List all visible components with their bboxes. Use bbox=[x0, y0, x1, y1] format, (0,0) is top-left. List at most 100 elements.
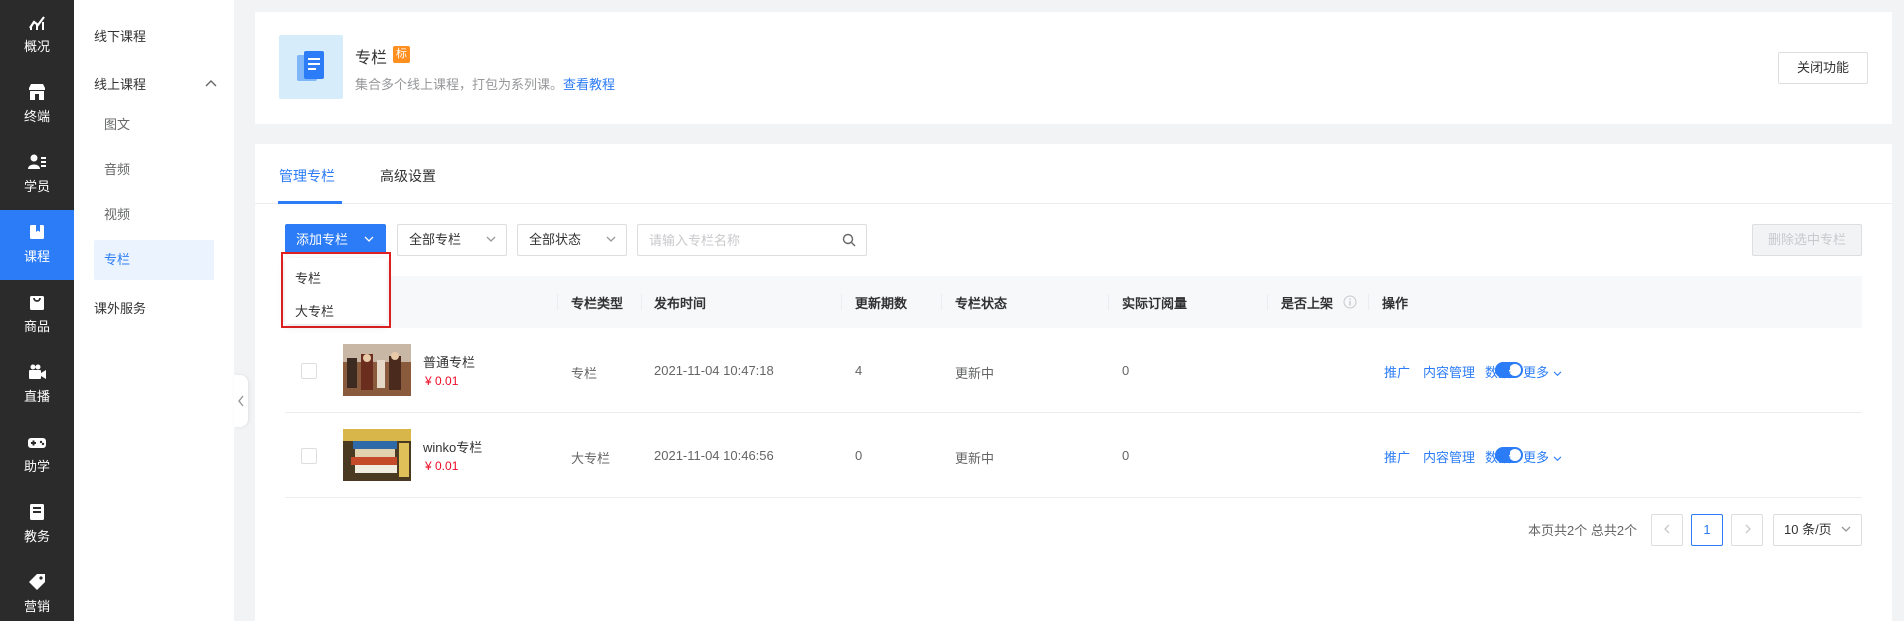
subnav-extra-services[interactable]: 课外服务 bbox=[94, 298, 146, 317]
chevron-left-icon bbox=[1663, 524, 1669, 534]
subscription-count: 0 bbox=[1122, 448, 1130, 463]
dropdown-menu: 专栏 大专栏 bbox=[285, 258, 387, 324]
feature-header-card: 专栏 标 集合多个线上课程，打包为系列课。查看教程 关闭功能 bbox=[255, 12, 1892, 124]
nav-label: 课程 bbox=[23, 249, 50, 264]
promote-link[interactable]: 推广 bbox=[1384, 447, 1410, 466]
table-row: winko专栏 ¥ 0.01 大专栏 2021-11-04 10:46:56 0… bbox=[285, 413, 1862, 498]
column-divider bbox=[941, 294, 942, 310]
nav-item-live[interactable]: 直播 bbox=[0, 350, 74, 420]
column-cover-image bbox=[343, 344, 411, 396]
nav-label: 概况 bbox=[23, 39, 50, 54]
subnav-item-video[interactable]: 视频 bbox=[94, 195, 214, 235]
nav-label: 直播 bbox=[23, 389, 50, 404]
nav-label: 教务 bbox=[23, 529, 50, 544]
more-menu[interactable]: 更多 bbox=[1523, 447, 1562, 466]
nav-label: 学员 bbox=[23, 179, 50, 194]
tab-manage-columns[interactable]: 管理专栏 bbox=[279, 166, 335, 186]
nav-item-marketing[interactable]: 营销 bbox=[0, 560, 74, 621]
standard-badge: 标 bbox=[393, 46, 410, 63]
users-icon bbox=[28, 154, 46, 169]
more-menu[interactable]: 更多 bbox=[1523, 362, 1562, 381]
add-column-dropdown: 专栏 大专栏 bbox=[281, 252, 391, 328]
chevron-down-icon bbox=[606, 236, 616, 242]
search-input[interactable] bbox=[638, 225, 828, 255]
search-icon[interactable] bbox=[842, 233, 856, 247]
th-status: 专栏状态 bbox=[955, 296, 1008, 311]
table-header: 称 专栏类型 发布时间 更新期数 专栏状态 实际订阅量 是否上架 操作 bbox=[285, 276, 1862, 328]
column-divider bbox=[557, 294, 558, 310]
dropdown-item-big-column[interactable]: 大专栏 bbox=[295, 301, 334, 320]
subnav-item-column[interactable]: 专栏 bbox=[94, 240, 214, 280]
chevron-right-icon bbox=[1745, 524, 1751, 534]
nav-item-overview[interactable]: 概况 bbox=[0, 0, 74, 70]
pagination-summary: 本页共2个 总共2个 bbox=[1528, 523, 1638, 538]
tag-icon bbox=[29, 574, 45, 590]
tab-bar: 管理专栏 高级设置 bbox=[255, 144, 1892, 204]
filter-all-status-value: 全部状态 bbox=[529, 232, 582, 247]
collapse-sidebar-button[interactable] bbox=[234, 375, 248, 427]
notebook-icon bbox=[30, 504, 44, 520]
chevron-up-icon[interactable] bbox=[204, 78, 218, 88]
filter-all-status-select[interactable]: 全部状态 bbox=[517, 224, 627, 256]
th-update-count: 更新期数 bbox=[855, 296, 908, 311]
update-count: 0 bbox=[855, 448, 863, 463]
subnav-item-article[interactable]: 图文 bbox=[94, 105, 214, 145]
th-type: 专栏类型 bbox=[571, 296, 624, 311]
nav-item-goods[interactable]: 商品 bbox=[0, 280, 74, 350]
column-name[interactable]: winko专栏 bbox=[423, 437, 482, 456]
page-size-select[interactable]: 10 条/页 bbox=[1773, 514, 1862, 546]
filter-all-columns-select[interactable]: 全部专栏 bbox=[397, 224, 507, 256]
bag-icon bbox=[30, 296, 44, 310]
column-divider bbox=[641, 294, 642, 310]
data-link[interactable]: 数据 bbox=[1485, 447, 1511, 466]
data-link[interactable]: 数据 bbox=[1485, 362, 1511, 381]
column-price: ¥ 0.01 bbox=[425, 374, 459, 388]
nav-item-courses[interactable]: 课程 bbox=[0, 210, 74, 280]
nav-item-study-aid[interactable]: 助学 bbox=[0, 420, 74, 490]
column-price: ¥ 0.01 bbox=[425, 459, 459, 473]
close-feature-button[interactable]: 关闭功能 bbox=[1778, 52, 1868, 84]
nav-item-students[interactable]: 学员 bbox=[0, 140, 74, 210]
chevron-down-icon bbox=[1841, 526, 1851, 532]
chevron-down-icon bbox=[486, 236, 496, 242]
nav-item-academic[interactable]: 教务 bbox=[0, 490, 74, 560]
promote-link[interactable]: 推广 bbox=[1384, 362, 1410, 381]
column-divider bbox=[841, 294, 842, 310]
column-type: 大专栏 bbox=[571, 451, 611, 466]
row-checkbox[interactable] bbox=[301, 363, 317, 379]
publish-time: 2021-11-04 10:47:18 bbox=[654, 363, 774, 378]
subnav-online-courses[interactable]: 线上课程 bbox=[94, 74, 146, 93]
page-description: 集合多个线上课程，打包为系列课。查看教程 bbox=[355, 74, 615, 93]
subscription-count: 0 bbox=[1122, 363, 1130, 378]
store-icon bbox=[29, 84, 45, 100]
dropdown-item-column[interactable]: 专栏 bbox=[295, 268, 321, 287]
more-label: 更多 bbox=[1523, 450, 1550, 465]
subnav-offline-courses[interactable]: 线下课程 bbox=[94, 26, 146, 45]
delete-selected-button[interactable]: 删除选中专栏 bbox=[1752, 224, 1862, 256]
filter-all-columns-value: 全部专栏 bbox=[409, 232, 462, 247]
content-management-link[interactable]: 内容管理 bbox=[1423, 447, 1475, 466]
prev-page-button[interactable] bbox=[1651, 514, 1683, 546]
column-status: 更新中 bbox=[955, 451, 995, 466]
view-tutorial-link[interactable]: 查看教程 bbox=[563, 77, 615, 92]
column-divider bbox=[1108, 294, 1109, 310]
column-cover-image bbox=[343, 429, 411, 481]
row-checkbox[interactable] bbox=[301, 448, 317, 464]
th-operations: 操作 bbox=[1382, 296, 1409, 311]
column-status: 更新中 bbox=[955, 366, 995, 381]
sub-nav: 线下课程 线上课程 图文 音频 视频 专栏 课外服务 bbox=[74, 0, 234, 621]
info-icon[interactable] bbox=[1343, 295, 1357, 309]
main-card: 管理专栏 高级设置 添加专栏 全部专栏 全部状态 删除选中专栏 称 专栏类型 发… bbox=[255, 144, 1892, 621]
column-type: 专栏 bbox=[571, 366, 598, 381]
page-button-current[interactable]: 1 bbox=[1691, 514, 1723, 546]
publish-time: 2021-11-04 10:46:56 bbox=[654, 448, 774, 463]
column-name[interactable]: 普通专栏 bbox=[423, 352, 475, 371]
column-divider bbox=[1368, 294, 1369, 310]
next-page-button[interactable] bbox=[1731, 514, 1763, 546]
content-management-link[interactable]: 内容管理 bbox=[1423, 362, 1475, 381]
tab-advanced-settings[interactable]: 高级设置 bbox=[380, 166, 436, 186]
nav-item-terminal[interactable]: 终端 bbox=[0, 70, 74, 140]
gamepad-icon bbox=[28, 438, 46, 448]
th-subscriptions: 实际订阅量 bbox=[1122, 296, 1188, 311]
subnav-item-audio[interactable]: 音频 bbox=[94, 150, 214, 190]
